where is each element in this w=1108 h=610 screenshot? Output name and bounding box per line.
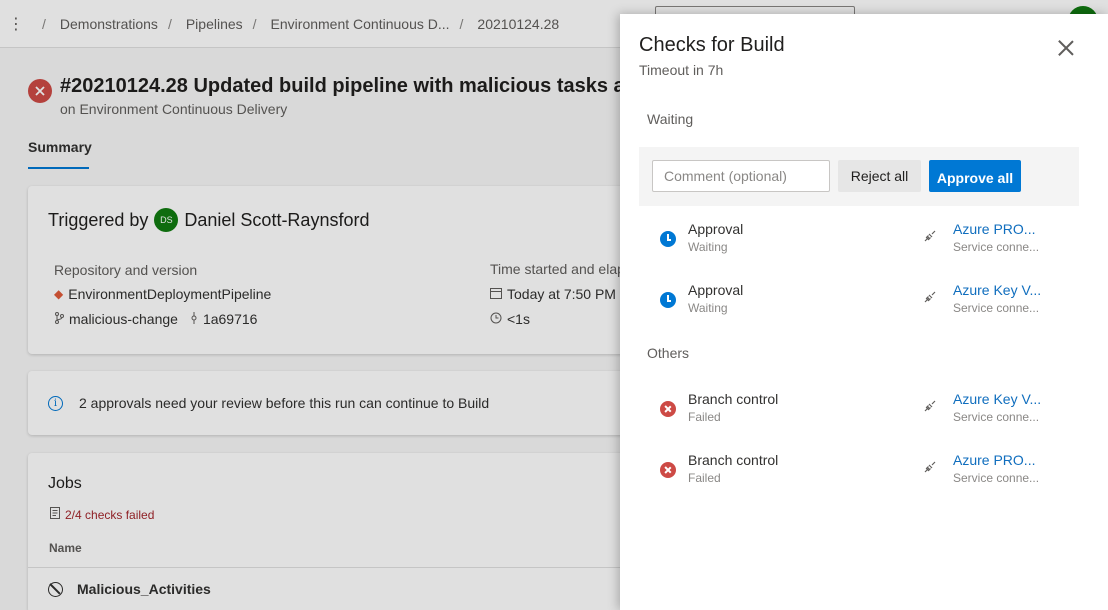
- check-status: Failed: [688, 410, 721, 424]
- list-item[interactable]: Branch control Failed Azure PRO... Servi…: [660, 452, 1080, 492]
- service-connection-icon: [924, 400, 936, 412]
- service-connection-icon: [924, 291, 936, 303]
- list-item[interactable]: Branch control Failed Azure Key V... Ser…: [660, 391, 1080, 431]
- service-connection-icon: [924, 230, 936, 242]
- checks-panel: Checks for Build Timeout in 7h Waiting R…: [620, 14, 1108, 610]
- approval-action-bar: Reject all Approve all: [639, 147, 1079, 206]
- close-icon[interactable]: [1056, 38, 1076, 58]
- check-name: Approval: [688, 221, 744, 237]
- comment-input[interactable]: [652, 160, 830, 192]
- check-name: Branch control: [688, 391, 779, 407]
- resource-type: Service conne...: [953, 301, 1040, 315]
- waiting-clock-icon: [660, 231, 676, 247]
- resource-link[interactable]: Azure Key V...: [953, 391, 1041, 407]
- resource-type: Service conne...: [953, 410, 1040, 424]
- resource-link[interactable]: Azure PRO...: [953, 221, 1035, 237]
- list-item[interactable]: Approval Waiting Azure Key V... Service …: [660, 282, 1080, 322]
- check-status: Waiting: [688, 301, 728, 315]
- resource-type: Service conne...: [953, 240, 1040, 254]
- panel-title: Checks for Build: [639, 34, 785, 56]
- list-item[interactable]: Approval Waiting Azure PRO... Service co…: [660, 221, 1080, 261]
- resource-link[interactable]: Azure Key V...: [953, 282, 1041, 298]
- panel-timeout: Timeout in 7h: [639, 62, 724, 78]
- resource-type: Service conne...: [953, 471, 1040, 485]
- waiting-clock-icon: [660, 292, 676, 308]
- resource-link[interactable]: Azure PRO...: [953, 452, 1035, 468]
- service-connection-icon: [924, 461, 936, 473]
- approve-all-button[interactable]: Approve all: [929, 160, 1021, 192]
- failed-icon: [660, 462, 676, 478]
- failed-icon: [660, 401, 676, 417]
- section-others: Others: [647, 345, 690, 361]
- check-name: Branch control: [688, 452, 779, 468]
- check-status: Failed: [688, 471, 721, 485]
- reject-all-button[interactable]: Reject all: [838, 160, 921, 192]
- section-waiting: Waiting: [647, 111, 694, 127]
- check-name: Approval: [688, 282, 744, 298]
- check-status: Waiting: [688, 240, 728, 254]
